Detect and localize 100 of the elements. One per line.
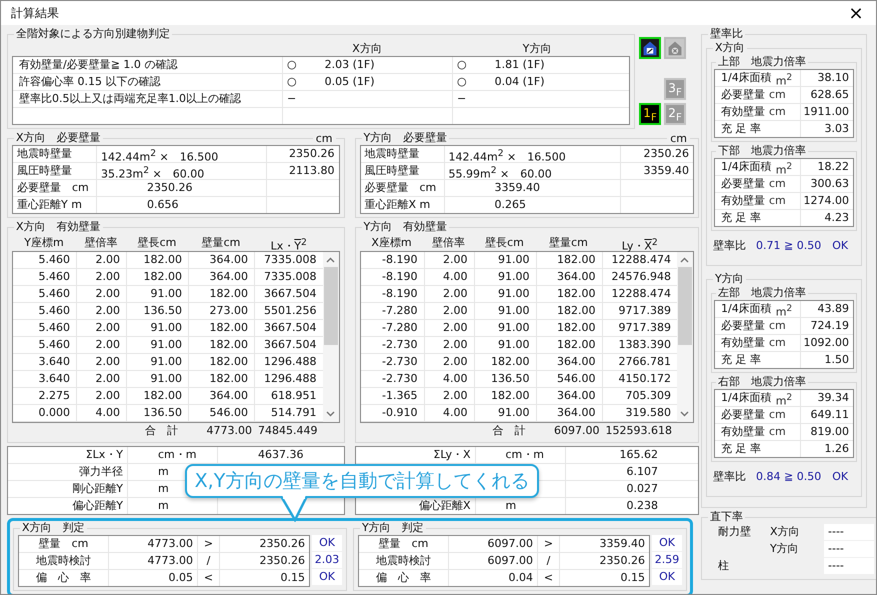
table-cell: 充 足 率 xyxy=(721,352,761,368)
table-cell-text: 43.89 xyxy=(816,301,850,317)
table-cell: 4.00 xyxy=(424,269,474,285)
unit-label: cm xyxy=(769,424,786,440)
scroll-up-icon[interactable] xyxy=(326,257,335,263)
table-cell: 364.00 xyxy=(536,269,602,285)
table-cell-text: 2350.26 xyxy=(598,553,646,569)
table-cell: -7.280 xyxy=(360,303,424,319)
scroll-thumb[interactable] xyxy=(678,267,692,345)
table-cell: 偏 心 率 xyxy=(359,570,449,586)
table-cell: 必要壁量 xyxy=(721,176,765,192)
window-title: 計算結果 xyxy=(11,4,59,22)
table-cell: 91.00 xyxy=(127,320,189,336)
scroll-up-icon[interactable] xyxy=(680,257,690,263)
row-label: X方向 xyxy=(770,524,801,540)
group-title: 全階対象による方向別建物判定 xyxy=(15,27,171,41)
table-cell: 364.00 xyxy=(536,388,602,404)
table-cell: 必要壁量 cm xyxy=(360,180,444,196)
table-cell: 0.000 xyxy=(13,405,77,421)
table-cell: 136.50 xyxy=(127,405,189,421)
table-cell: 182.00 xyxy=(189,354,255,370)
close-button[interactable]: × xyxy=(836,1,876,25)
scrollbar[interactable] xyxy=(322,252,338,422)
unit-label: cm xyxy=(769,104,786,120)
table-cell: 182.00 xyxy=(536,337,602,353)
row-label: 耐力壁 xyxy=(718,524,752,540)
result-value: 2.59 xyxy=(652,552,682,568)
table-cell-text: 2766.781 xyxy=(617,354,672,370)
table-cell: 182.00 xyxy=(189,337,255,353)
table-cell: 182.00 xyxy=(189,371,255,387)
table-cell-text: 0.238 xyxy=(625,498,659,514)
table-cell-text: 9717.389 xyxy=(617,303,672,319)
table-cell-text: 2350.26 xyxy=(258,536,306,552)
unit-label: m$^{2}$ xyxy=(776,160,792,179)
table-cell: 弾力半径 xyxy=(8,464,128,480)
table-cell: 剛心距離Y xyxy=(8,481,128,497)
table-cell: 182.00 xyxy=(536,303,602,319)
ratio-label: 壁率比 xyxy=(713,469,746,484)
total-value: 4773.00 xyxy=(206,423,253,439)
table-cell: 壁量 cm xyxy=(19,536,109,552)
scroll-thumb[interactable] xyxy=(324,267,338,345)
table-cell-text: 1911.00 xyxy=(802,104,850,120)
table-cell: -2.730 xyxy=(360,337,424,353)
total-label: 合 計 xyxy=(144,423,179,439)
house-x-icon xyxy=(667,39,683,57)
table-cell-text: 300.63 xyxy=(810,176,850,192)
table-cell: 2.00 xyxy=(77,388,127,404)
result-mark: ○ xyxy=(457,74,467,90)
table-cell: 地震時壁量 xyxy=(360,146,444,166)
table-cell: 6097.00 xyxy=(449,553,538,569)
scrollbar[interactable] xyxy=(676,252,693,422)
table-cell: 5.460 xyxy=(13,337,77,353)
scroll-down-icon[interactable] xyxy=(326,411,335,417)
table-cell-text: 165.62 xyxy=(618,447,659,463)
table-cell: 91.00 xyxy=(474,303,536,319)
table-cell-text: 1/4床面積 xyxy=(721,301,772,317)
column-header: X方向 xyxy=(351,41,383,56)
total-value: 152593.618 xyxy=(606,423,673,439)
view-button[interactable] xyxy=(639,37,661,59)
table-cell-text: 3667.504 xyxy=(263,320,318,336)
table-cell: 2.00 xyxy=(77,337,127,353)
table-cell: 5.460 xyxy=(13,286,77,302)
table-cell: 2.00 xyxy=(77,320,127,336)
table-cell: -8.190 xyxy=(360,252,424,268)
table-cell: 必要壁量 xyxy=(721,318,765,334)
scroll-down-icon[interactable] xyxy=(680,411,690,417)
group-title: Y方向 必要壁量 xyxy=(362,131,448,145)
table-cell: 2.00 xyxy=(77,303,127,319)
table-cell-text: 3.03 xyxy=(824,121,850,137)
table-cell: 91.00 xyxy=(127,371,189,387)
table-cell: 4.00 xyxy=(424,371,474,387)
table-cell: 必要壁量 xyxy=(721,87,765,103)
table-cell-text: 12288.474 xyxy=(610,286,672,302)
table-cell: cm・m xyxy=(476,447,566,463)
table-cell-text: 1296.488 xyxy=(263,354,318,370)
table-cell: 55.99m$^{2}$ × 60.00 xyxy=(444,163,621,183)
table-cell: 91.00 xyxy=(474,252,536,268)
table-cell: 5.460 xyxy=(13,252,77,268)
group-title: X方向 判定 xyxy=(21,521,86,535)
column-header: Y座標m xyxy=(23,235,65,251)
table-cell-text: 1/4床面積 xyxy=(721,390,772,406)
table-cell-text: 2350.26 xyxy=(288,146,336,162)
table-cell: 許容偏心率 0.15 以下の確認 xyxy=(13,74,283,90)
table-cell: 2.00 xyxy=(424,388,474,404)
table-cell: 273.00 xyxy=(189,303,255,319)
group-title: 下部 地震力倍率 xyxy=(717,144,807,158)
table-cell: / xyxy=(198,553,220,569)
table-cell-text: 3667.504 xyxy=(263,337,318,353)
table-cell: > xyxy=(538,536,560,552)
table-cell: 546.00 xyxy=(536,371,602,387)
table-cell: 0.265 xyxy=(444,197,621,213)
table-cell-text: 3359.40 xyxy=(642,163,690,179)
table-cell: 546.00 xyxy=(189,405,255,421)
floor-button[interactable]: 1$_{F}$ xyxy=(639,103,661,125)
result-value: OK xyxy=(652,535,682,551)
table-cell: 1.81 (1F) xyxy=(494,57,545,73)
group-title: 右部 地震力倍率 xyxy=(717,375,807,389)
group-title: Y方向 判定 xyxy=(361,521,425,535)
table-cell: 35.23m$^{2}$ × 60.00 xyxy=(97,163,266,183)
unit-label: cm xyxy=(769,176,786,192)
